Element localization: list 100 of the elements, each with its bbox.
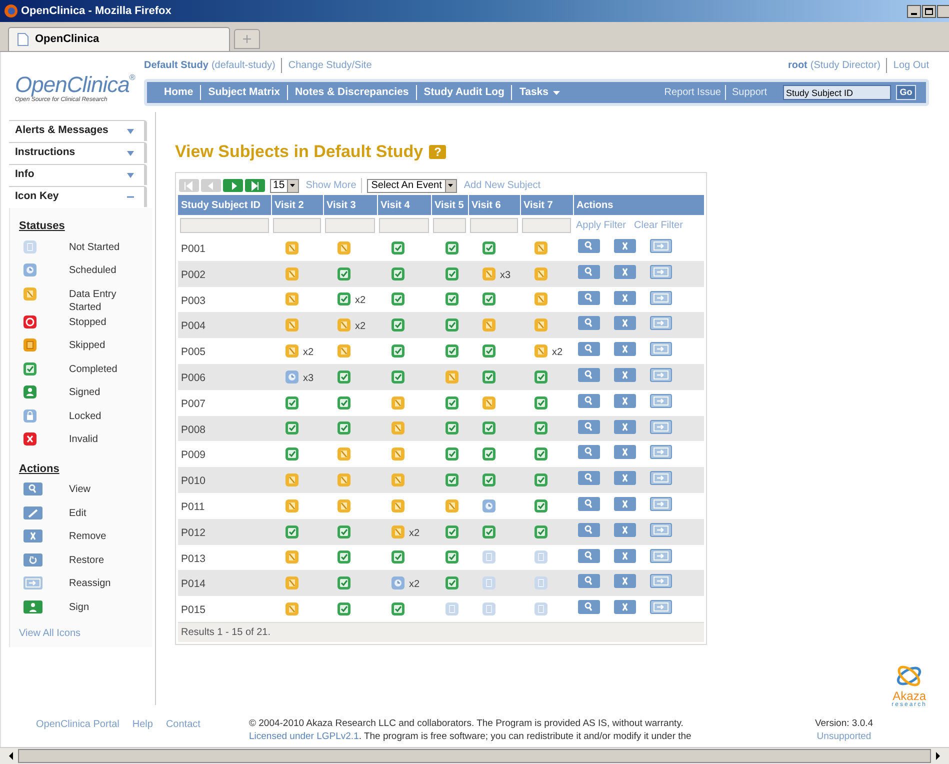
status-cell[interactable]: x3 [285,370,323,384]
nav-link[interactable]: Study Audit Log [416,84,512,100]
filter-field[interactable] [325,218,375,232]
support-link[interactable]: Unsupported [816,730,872,743]
column-header[interactable]: Actions [573,195,704,215]
column-header[interactable]: Study Subject ID [178,195,271,215]
footer-link[interactable]: Contact [166,717,200,747]
column-header[interactable]: Visit 4 [377,195,431,215]
view-button[interactable] [578,394,600,408]
reassign-button[interactable] [650,445,672,460]
last-page-button[interactable] [245,179,265,192]
help-badge[interactable]: ? [429,145,446,159]
logout-link[interactable]: Log Out [887,58,929,72]
reassign-button[interactable] [650,368,672,382]
sidebar-panel-header[interactable]: Info [9,164,147,185]
reassign-button[interactable] [650,574,672,588]
view-button[interactable] [578,342,600,356]
browser-tab[interactable]: OpenClinica [8,27,230,51]
status-cell[interactable]: x2 [391,524,431,539]
remove-button[interactable] [614,290,636,305]
search-field[interactable]: Study Subject ID [783,85,891,100]
show-more-link[interactable]: Show More [300,178,362,193]
view-button[interactable] [578,574,600,588]
remove-button[interactable] [614,445,636,460]
status-cell[interactable]: x2 [534,344,573,358]
view-all-icons-link[interactable]: View All Icons [19,626,152,641]
view-button[interactable] [578,290,600,305]
view-button[interactable] [578,496,600,511]
status-cell[interactable]: x3 [482,266,520,281]
remove-button[interactable] [614,264,636,279]
reassign-button[interactable] [650,290,672,305]
column-header[interactable]: Visit 2 [271,195,323,215]
sidebar-panel-header[interactable]: Alerts & Messages [9,120,147,141]
change-study-link[interactable]: Change Study/Site [282,58,372,72]
filter-field[interactable] [470,218,518,232]
status-cell[interactable]: x2 [391,576,431,590]
status-cell[interactable]: x2 [285,344,323,358]
add-subject-link[interactable]: Add New Subject [458,178,546,193]
status-cell[interactable]: x2 [337,318,377,332]
header-link[interactable]: Support [728,85,771,100]
next-page-button[interactable] [223,179,243,192]
remove-button[interactable] [614,548,636,563]
footer-link[interactable]: Help [132,717,153,747]
filter-field[interactable] [379,218,429,232]
column-header[interactable]: Visit 6 [468,195,520,215]
event-select[interactable]: Select An Event [367,178,457,192]
horizontal-scrollbar[interactable] [0,747,949,764]
sidebar-panel-header[interactable]: Instructions [9,142,147,163]
view-button[interactable] [578,368,600,382]
remove-button[interactable] [614,239,636,253]
remove-button[interactable] [614,394,636,408]
remove-button[interactable] [614,471,636,486]
reassign-button[interactable] [650,548,672,563]
remove-button[interactable] [614,574,636,588]
column-header[interactable]: Visit 5 [431,195,468,215]
reassign-button[interactable] [650,471,672,486]
view-button[interactable] [578,420,600,434]
filter-link[interactable]: Clear Filter [634,220,683,230]
nav-link[interactable]: Subject Matrix [201,84,288,100]
status-cell[interactable]: x2 [337,292,377,306]
filter-field[interactable] [522,218,571,232]
reassign-button[interactable] [650,316,672,330]
filter-field[interactable] [433,218,466,232]
nav-link[interactable]: Home [157,84,202,100]
close-button[interactable] [937,4,949,18]
sidebar-panel-header[interactable]: Icon Key [9,186,147,207]
reassign-button[interactable] [650,342,672,356]
remove-button[interactable] [614,420,636,434]
reassign-button[interactable] [650,394,672,408]
view-button[interactable] [578,445,600,460]
reassign-button[interactable] [650,522,672,537]
remove-button[interactable] [614,316,636,330]
remove-button[interactable] [614,496,636,511]
reassign-button[interactable] [650,496,672,511]
view-button[interactable] [578,522,600,537]
maximize-button[interactable] [922,4,936,18]
view-button[interactable] [578,264,600,279]
view-button[interactable] [578,239,600,253]
remove-button[interactable] [614,368,636,382]
remove-button[interactable] [614,522,636,537]
filter-field[interactable] [273,218,321,232]
filter-field[interactable] [180,218,269,232]
nav-link[interactable]: Tasks [512,84,568,100]
column-header[interactable]: Visit 3 [323,195,377,215]
filter-link[interactable]: Apply Filter [576,220,626,230]
reassign-button[interactable] [650,600,672,614]
header-link[interactable]: Report Issue [660,85,726,100]
view-button[interactable] [578,600,600,614]
remove-button[interactable] [614,342,636,356]
footer-link[interactable]: OpenClinica Portal [36,717,120,747]
new-tab-button[interactable] [234,29,260,49]
view-button[interactable] [578,316,600,330]
column-header[interactable]: Visit 7 [520,195,573,215]
remove-button[interactable] [614,600,636,614]
reassign-button[interactable] [650,264,672,279]
go-button[interactable]: Go [896,85,916,100]
page-size-select[interactable]: 15 [270,178,299,192]
view-button[interactable] [578,548,600,563]
minimize-button[interactable] [907,4,921,18]
reassign-button[interactable] [650,420,672,434]
